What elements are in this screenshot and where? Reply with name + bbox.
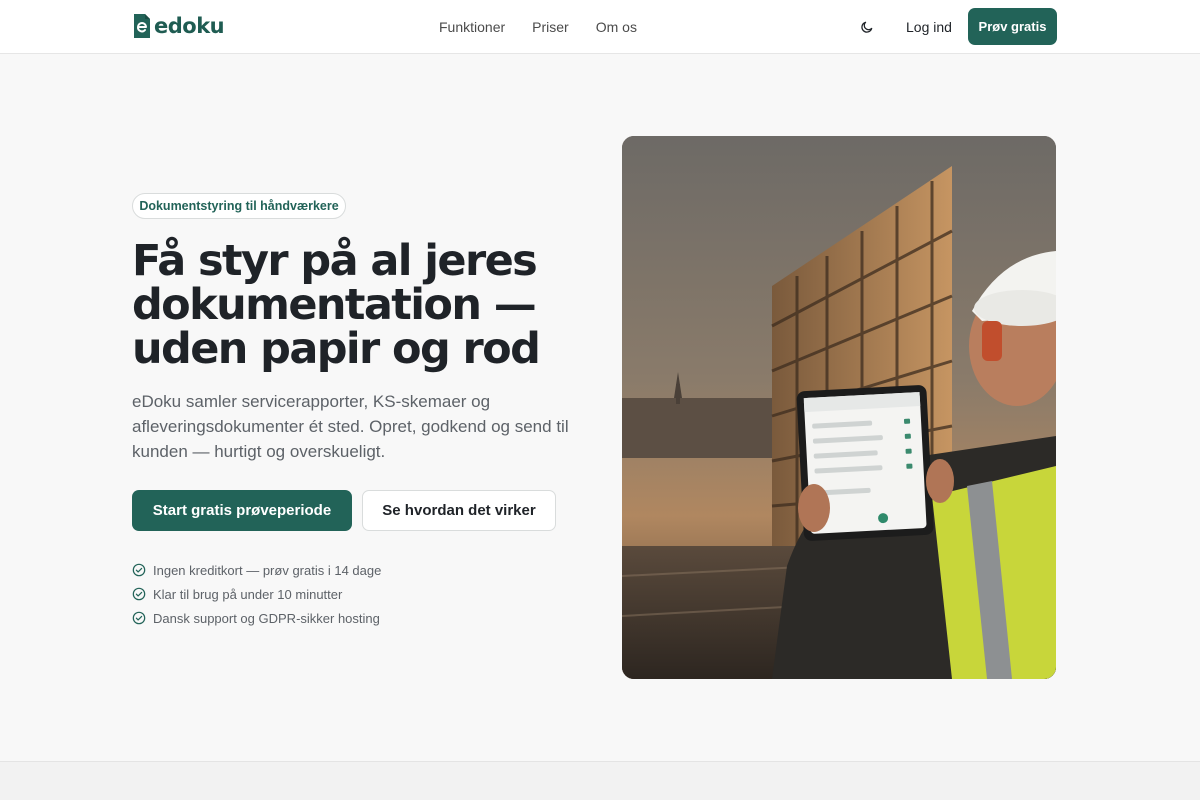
feature-item: Klar til brug på under 10 minutter (132, 582, 381, 606)
hero-description: eDoku samler servicerapporter, KS-skemae… (132, 392, 569, 461)
try-free-button[interactable]: Prøv gratis (968, 8, 1057, 45)
nav-link-om-os[interactable]: Om os (596, 17, 637, 37)
logo[interactable]: edoku (132, 12, 225, 40)
moon-icon (861, 21, 873, 33)
next-section (0, 761, 1200, 800)
hero-image (622, 136, 1056, 679)
how-it-works-button[interactable]: Se hvordan det virker (362, 490, 556, 531)
feature-text: Ingen kreditkort — prøv gratis i 14 dage (153, 562, 382, 578)
edoku-logo-icon (134, 14, 150, 38)
start-trial-button[interactable]: Start gratis prøveperiode (132, 490, 352, 531)
check-circle-icon (132, 563, 146, 577)
feature-item: Ingen kreditkort — prøv gratis i 14 dage (132, 558, 381, 582)
theme-toggle-button[interactable] (855, 15, 879, 39)
nav-link-funktioner[interactable]: Funktioner (439, 17, 505, 37)
hero-title: Få styr på al jeres dokumentation — uden… (132, 236, 541, 374)
check-circle-icon (132, 587, 146, 601)
construction-worker-photo (622, 136, 1056, 679)
nav-link-priser[interactable]: Priser (532, 17, 569, 37)
feature-text: Dansk support og GDPR-sikker hosting (153, 610, 380, 626)
logo-text: edoku (154, 14, 225, 38)
feature-item: Dansk support og GDPR-sikker hosting (132, 606, 381, 630)
hero-badge: Dokumentstyring til håndværkere (132, 193, 346, 219)
login-link[interactable]: Log ind (906, 17, 952, 37)
site-header: edoku Funktioner Priser Om os Log ind Pr… (0, 0, 1200, 54)
feature-list: Ingen kreditkort — prøv gratis i 14 dage… (132, 558, 381, 630)
check-circle-icon (132, 611, 146, 625)
feature-text: Klar til brug på under 10 minutter (153, 586, 343, 602)
main-nav: Funktioner Priser Om os (439, 17, 637, 37)
